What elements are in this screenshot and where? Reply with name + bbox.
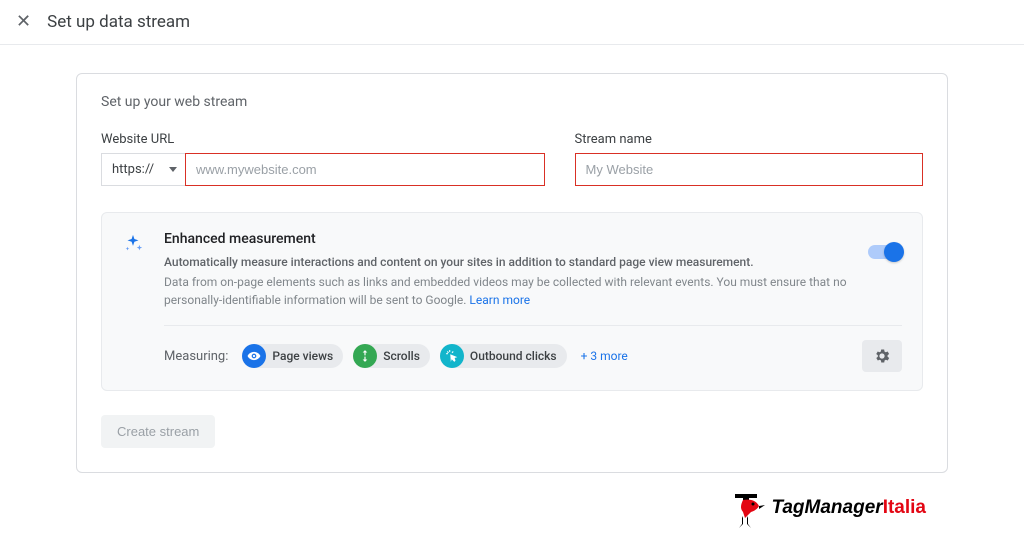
enhanced-toggle[interactable] bbox=[868, 245, 902, 259]
enhanced-measurement-panel: Enhanced measurement Automatically measu… bbox=[101, 212, 923, 391]
chip-scrolls: Scrolls bbox=[353, 344, 430, 368]
more-measurements-link[interactable]: + 3 more bbox=[581, 349, 628, 363]
create-stream-button[interactable]: Create stream bbox=[101, 415, 215, 448]
eye-icon bbox=[242, 344, 266, 368]
branding-logo: TagManagerItalia bbox=[729, 488, 926, 528]
enhanced-subtitle: Automatically measure interactions and c… bbox=[164, 255, 902, 269]
divider bbox=[164, 325, 902, 326]
protocol-select[interactable]: https:// bbox=[101, 153, 185, 186]
stream-name-input[interactable] bbox=[575, 153, 923, 186]
close-icon[interactable]: ✕ bbox=[16, 13, 31, 31]
page-title: Set up data stream bbox=[47, 12, 190, 32]
chip-label: Outbound clicks bbox=[470, 349, 557, 363]
measuring-label: Measuring: bbox=[164, 349, 228, 364]
enhanced-title: Enhanced measurement bbox=[164, 231, 902, 247]
woodpecker-icon bbox=[729, 488, 765, 528]
chip-outbound-clicks: Outbound clicks bbox=[440, 344, 567, 368]
chip-page-views: Page views bbox=[242, 344, 343, 368]
website-url-label: Website URL bbox=[101, 132, 545, 147]
website-url-input[interactable] bbox=[185, 153, 545, 186]
setup-card: Set up your web stream Website URL https… bbox=[76, 73, 948, 473]
chip-label: Scrolls bbox=[383, 349, 420, 363]
settings-button[interactable] bbox=[862, 340, 902, 372]
gear-icon bbox=[873, 347, 891, 365]
scroll-icon bbox=[353, 344, 377, 368]
protocol-value: https:// bbox=[112, 162, 154, 177]
stream-name-label: Stream name bbox=[575, 132, 923, 147]
toggle-knob bbox=[884, 242, 904, 262]
cursor-click-icon bbox=[440, 344, 464, 368]
sparkle-icon bbox=[122, 233, 146, 372]
brand-suffix: Italia bbox=[883, 497, 926, 518]
chip-label: Page views bbox=[272, 349, 333, 363]
enhanced-description: Data from on-page elements such as links… bbox=[164, 273, 902, 309]
learn-more-link[interactable]: Learn more bbox=[469, 293, 530, 307]
chevron-down-icon bbox=[169, 167, 177, 172]
brand-prefix: TagManager bbox=[771, 497, 882, 518]
card-title: Set up your web stream bbox=[101, 94, 923, 110]
